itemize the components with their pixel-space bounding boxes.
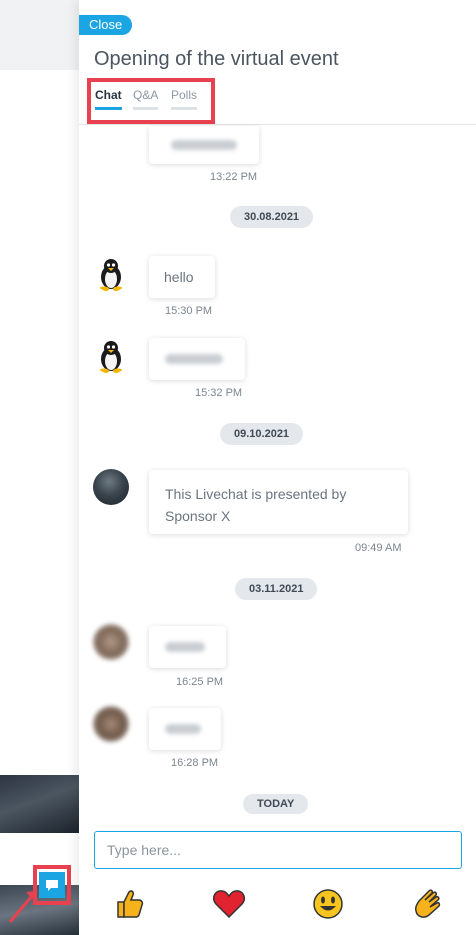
tab-qa[interactable]: Q&A <box>133 88 159 110</box>
message-time: 13:22 PM <box>210 171 258 183</box>
penguin-avatar <box>99 341 123 374</box>
background-header <box>0 0 79 70</box>
chat-message: This Livechat is presented by Sponsor X <box>149 470 408 534</box>
message-time: 15:30 PM <box>165 305 213 317</box>
tab-label: Chat <box>95 88 122 102</box>
message-input[interactable]: Type here... <box>94 831 462 869</box>
message-time: 09:49 AM <box>355 542 402 554</box>
header-divider <box>79 124 476 125</box>
thumbs-up-icon[interactable] <box>112 887 146 921</box>
message-time: 15:32 PM <box>195 387 243 399</box>
tab-label: Polls <box>171 88 198 102</box>
background-page <box>0 0 79 935</box>
user-avatar <box>93 706 129 742</box>
user-avatar <box>93 469 129 505</box>
date-separator: 30.08.2021 <box>230 206 314 228</box>
event-title: Opening of the virtual event <box>94 48 339 70</box>
message-time: 16:25 PM <box>176 676 224 688</box>
date-separator: 03.11.2021 <box>235 578 318 600</box>
message-time: 16:28 PM <box>171 757 219 769</box>
tab-chat[interactable]: Chat <box>95 88 122 110</box>
user-avatar <box>93 624 129 660</box>
close-button[interactable]: Close <box>79 15 133 35</box>
chat-message <box>149 708 221 750</box>
chat-message <box>149 126 259 164</box>
background-image <box>0 775 79 833</box>
penguin-avatar <box>99 259 123 292</box>
date-separator: TODAY <box>243 794 309 814</box>
tab-polls[interactable]: Polls <box>171 88 198 110</box>
date-separator: 09.10.2021 <box>220 423 304 445</box>
chat-panel: Close Opening of the virtual event Chat … <box>79 0 476 935</box>
clap-icon[interactable] <box>411 887 445 921</box>
smile-icon[interactable] <box>311 887 345 921</box>
chat-message <box>149 626 226 668</box>
chat-message: hello <box>149 256 215 298</box>
pointer-arrow-icon <box>8 891 37 923</box>
chat-message <box>149 338 245 380</box>
tab-label: Q&A <box>133 88 159 102</box>
heart-icon[interactable] <box>212 887 246 921</box>
